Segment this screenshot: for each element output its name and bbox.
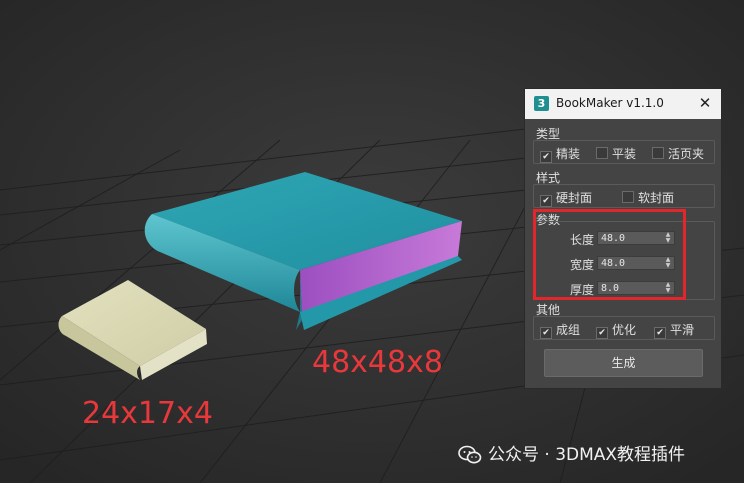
checkbox-unchecked-icon [596, 147, 608, 159]
checkbox-label: 活页夹 [668, 147, 705, 161]
checkbox-checked-icon: ✔ [540, 327, 552, 339]
checkbox-label: 软封面 [638, 191, 675, 205]
width-row: 宽度 48.0 ▲ ▼ [534, 254, 716, 274]
watermark-text: 公众号 · 3DMAX教程插件 [488, 445, 686, 465]
checkbox-checked-icon: ✔ [596, 327, 608, 339]
checkbox-unchecked-icon [622, 191, 634, 203]
bookmaker-dialog: 3 BookMaker v1.1.0 ✕ 类型 ✔ 精装 平装 活页夹 样式 ✔ 硬… [524, 88, 722, 389]
watermark: 公众号 · 3DMAX教程插件 [458, 440, 685, 466]
spinner-arrows-icon[interactable]: ▲ ▼ [664, 282, 672, 295]
other-optimize-checkbox[interactable]: ✔ 优化 [596, 321, 636, 339]
other-group-box: ✔ 成组 ✔ 优化 ✔ 平滑 [533, 316, 715, 340]
other-group: 其他 ✔ 成组 ✔ 优化 ✔ 平滑 [533, 301, 715, 341]
type-hardcover-checkbox[interactable]: ✔ 精装 [540, 145, 580, 163]
small-book-dimension-label: 24x17x4 [82, 396, 213, 431]
style-group-box: ✔ 硬封面 软封面 [533, 184, 715, 208]
generate-button[interactable]: 生成 [544, 349, 703, 377]
thickness-row: 厚度 8.0 ▲ ▼ [534, 279, 716, 299]
checkbox-checked-icon: ✔ [540, 195, 552, 207]
type-binder-checkbox[interactable]: 活页夹 [652, 145, 704, 162]
width-label: 宽度 [570, 258, 595, 272]
checkbox-label: 平装 [612, 147, 637, 161]
length-label: 长度 [570, 233, 595, 247]
spinner-arrows-icon[interactable]: ▲ ▼ [664, 257, 672, 270]
params-group-box: 长度 48.0 ▲ ▼ 宽度 48.0 ▲ ▼ 厚度 8.0 ▲ ▼ [533, 221, 715, 300]
dialog-title: BookMaker v1.1.0 [556, 96, 664, 110]
checkbox-label: 精装 [556, 147, 581, 161]
close-icon[interactable]: ✕ [695, 93, 715, 113]
length-value[interactable]: 48.0 [601, 232, 625, 245]
dialog-titlebar[interactable]: 3 BookMaker v1.1.0 ✕ [525, 89, 721, 119]
other-group-objects-checkbox[interactable]: ✔ 成组 [540, 321, 580, 339]
length-spinner[interactable]: 48.0 ▲ ▼ [597, 231, 675, 245]
spinner-arrows-icon[interactable]: ▲ ▼ [664, 232, 672, 245]
checkbox-label: 成组 [556, 323, 581, 337]
type-group-box: ✔ 精装 平装 活页夹 [533, 140, 715, 164]
thickness-value[interactable]: 8.0 [601, 282, 619, 295]
checkbox-checked-icon: ✔ [654, 327, 666, 339]
style-group: 样式 ✔ 硬封面 软封面 [533, 169, 715, 209]
checkbox-label: 硬封面 [556, 191, 593, 205]
thickness-spinner[interactable]: 8.0 ▲ ▼ [597, 281, 675, 295]
width-value[interactable]: 48.0 [601, 257, 625, 270]
large-book-dimension-label: 48x48x8 [312, 345, 443, 380]
checkbox-label: 平滑 [670, 323, 695, 337]
checkbox-checked-icon: ✔ [540, 151, 552, 163]
params-group: 参数 长度 48.0 ▲ ▼ 宽度 48.0 ▲ ▼ 厚度 8.0 ▲ ▼ [533, 209, 715, 300]
type-group: 类型 ✔ 精装 平装 活页夹 [533, 125, 715, 165]
checkbox-unchecked-icon [652, 147, 664, 159]
style-hard-cover-checkbox[interactable]: ✔ 硬封面 [540, 189, 592, 207]
type-paperback-checkbox[interactable]: 平装 [596, 145, 636, 162]
width-spinner[interactable]: 48.0 ▲ ▼ [597, 256, 675, 270]
length-row: 长度 48.0 ▲ ▼ [534, 229, 716, 249]
wechat-icon [458, 445, 482, 464]
style-soft-cover-checkbox[interactable]: 软封面 [622, 189, 674, 206]
3dsmax-app-icon: 3 [534, 96, 549, 111]
thickness-label: 厚度 [570, 283, 595, 297]
other-smooth-checkbox[interactable]: ✔ 平滑 [654, 321, 694, 339]
checkbox-label: 优化 [612, 323, 637, 337]
